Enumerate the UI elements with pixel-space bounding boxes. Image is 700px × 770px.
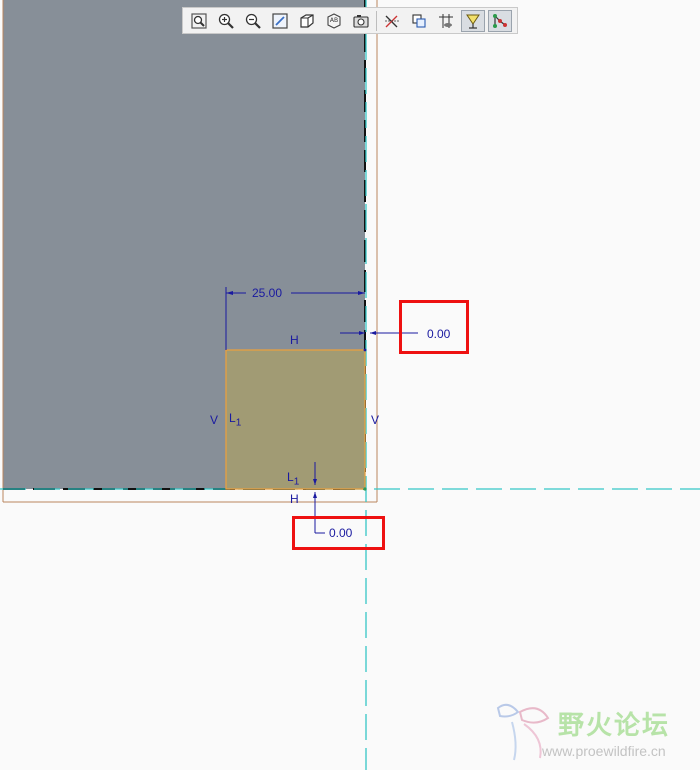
toggle-vertices-button[interactable] [461, 9, 485, 32]
equal-length-constraint-left[interactable]: L1 [229, 411, 241, 428]
sketch-rectangle[interactable] [225, 349, 366, 490]
repaint-icon [272, 12, 288, 29]
toggle-grid-button[interactable] [434, 10, 458, 32]
toggle-constraints-icon [412, 13, 426, 28]
zoom-out-icon [245, 13, 261, 29]
repaint-button[interactable] [268, 10, 292, 32]
sketch-canvas[interactable] [0, 0, 700, 770]
callout-bottom-offset [292, 516, 385, 550]
sketch-view-icon [353, 14, 369, 28]
forum-watermark-title: 野火论坛 [558, 711, 671, 741]
toggle-constraints-button[interactable] [407, 10, 431, 32]
toggle-dimensions-icon [385, 15, 399, 27]
horizontal-constraint-top[interactable]: H [290, 333, 299, 347]
equal-length-letter: L [229, 411, 236, 425]
width-dimension-value[interactable]: 25.00 [252, 286, 282, 300]
display-style-icon [300, 13, 314, 28]
toggle-dimensions-button[interactable] [380, 10, 404, 32]
equal-length-constraint-bottom[interactable]: L1 [287, 470, 299, 487]
horizontal-constraint-bottom[interactable]: H [290, 492, 299, 506]
vertical-constraint-right[interactable]: V [371, 413, 379, 427]
sketch-view-button[interactable] [349, 10, 373, 32]
saved-views-button[interactable]: AB [322, 10, 346, 32]
shade-closed-loops-icon [493, 13, 507, 28]
vertex-top-right[interactable] [363, 348, 367, 352]
saved-views-icon: AB [327, 12, 341, 29]
forum-watermark-url: www.proewildfire.cn [542, 743, 666, 759]
refit-icon [191, 12, 207, 29]
equal-length-subscript: 1 [293, 476, 300, 488]
display-style-button[interactable] [295, 10, 319, 32]
vertex-bottom-right[interactable] [363, 487, 367, 491]
toolbar-separator [376, 10, 377, 31]
equal-length-letter: L [287, 470, 294, 484]
zoom-in-icon [218, 13, 234, 29]
zoom-out-button[interactable] [241, 10, 265, 32]
callout-right-offset [399, 300, 469, 354]
zoom-in-button[interactable] [214, 10, 238, 32]
vertical-constraint-left[interactable]: V [210, 413, 218, 427]
equal-length-subscript: 1 [235, 417, 242, 429]
shade-closed-loops-button[interactable] [488, 9, 512, 32]
toggle-grid-icon [439, 13, 453, 28]
sketcher-toolbar: AB [182, 7, 518, 34]
refit-button[interactable] [187, 10, 211, 32]
svg-text:AB: AB [330, 17, 338, 24]
toggle-vertices-icon [466, 14, 480, 29]
